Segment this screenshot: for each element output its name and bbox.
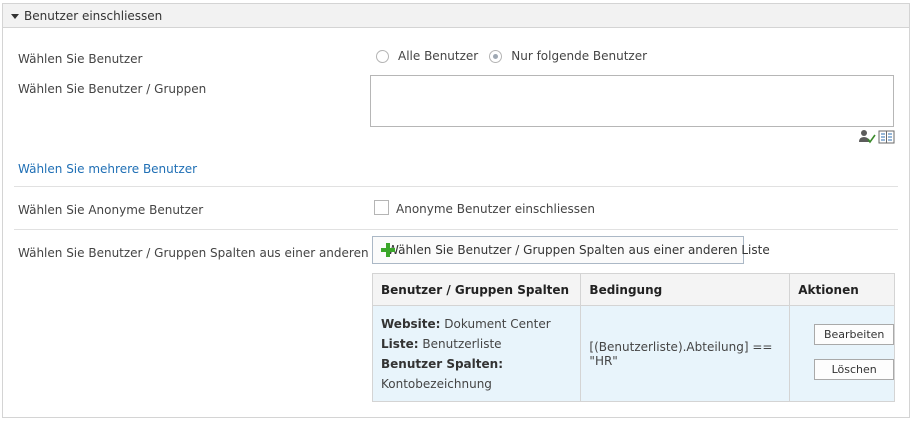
- add-columns-from-list-button[interactable]: Wählen Sie Benutzer / Gruppen Spalten au…: [372, 236, 770, 264]
- anonymous-users-label: Wählen Sie Anonyme Benutzer: [18, 203, 204, 217]
- delete-button[interactable]: Löschen: [814, 359, 895, 380]
- collapse-caret-icon[interactable]: [11, 13, 19, 19]
- user-columns-table: Benutzer / Gruppen Spalten Bedingung Akt…: [371, 273, 895, 402]
- list-value: Benutzerliste: [422, 337, 502, 351]
- add-columns-button-label: Wählen Sie Benutzer / Gruppen Spalten au…: [387, 243, 770, 257]
- include-anonymous-checkbox-label[interactable]: Anonyme Benutzer einschliessen: [396, 202, 595, 216]
- check-names-icon[interactable]: [858, 129, 876, 145]
- radio-all-users[interactable]: [376, 49, 389, 63]
- divider: [14, 229, 898, 230]
- radio-only-following-users[interactable]: [489, 49, 503, 63]
- user-columns-value: Kontobezeichnung: [381, 377, 492, 391]
- column-header-user-group-columns: Benutzer / Gruppen Spalten: [371, 273, 582, 306]
- column-header-actions: Aktionen: [789, 273, 895, 306]
- website-key: Website:: [381, 317, 441, 331]
- columns-from-list-label: Wählen Sie Benutzer / Gruppen Spalten au…: [18, 246, 401, 260]
- picker-icons: [858, 129, 895, 145]
- condition-cell: [(Benutzerliste).Abteilung] == "HR": [580, 305, 791, 402]
- select-multiple-users-link[interactable]: Wählen Sie mehrere Benutzer: [18, 162, 197, 176]
- include-anonymous-checkbox[interactable]: [374, 200, 389, 215]
- list-key: Liste:: [381, 337, 419, 351]
- select-users-label: Wählen Sie Benutzer: [18, 52, 143, 66]
- select-users-radio-group: Alle Benutzer Nur folgende Benutzer: [376, 49, 658, 63]
- edit-button[interactable]: Bearbeiten: [814, 324, 895, 345]
- radio-only-following-users-label[interactable]: Nur folgende Benutzer: [511, 49, 647, 63]
- condition-value: [(Benutzerliste).Abteilung] == "HR": [589, 339, 773, 368]
- browse-directory-icon[interactable]: [878, 129, 895, 145]
- user-columns-key: Benutzer Spalten:: [381, 357, 503, 371]
- divider: [14, 186, 898, 187]
- table-row: Website: Dokument Center Liste: Benutzer…: [371, 305, 895, 402]
- panel-header[interactable]: Benutzer einschliessen: [3, 4, 909, 28]
- radio-all-users-label[interactable]: Alle Benutzer: [398, 49, 478, 63]
- users-groups-label: Wählen Sie Benutzer / Gruppen: [18, 82, 207, 96]
- panel-title: Benutzer einschliessen: [24, 8, 163, 23]
- user-group-columns-cell: Website: Dokument Center Liste: Benutzer…: [371, 305, 582, 402]
- column-header-condition: Bedingung: [580, 273, 791, 306]
- website-value: Dokument Center: [444, 317, 551, 331]
- table-header-row: Benutzer / Gruppen Spalten Bedingung Akt…: [371, 273, 895, 306]
- actions-cell: Bearbeiten Löschen: [789, 305, 895, 402]
- users-groups-input[interactable]: [370, 75, 894, 127]
